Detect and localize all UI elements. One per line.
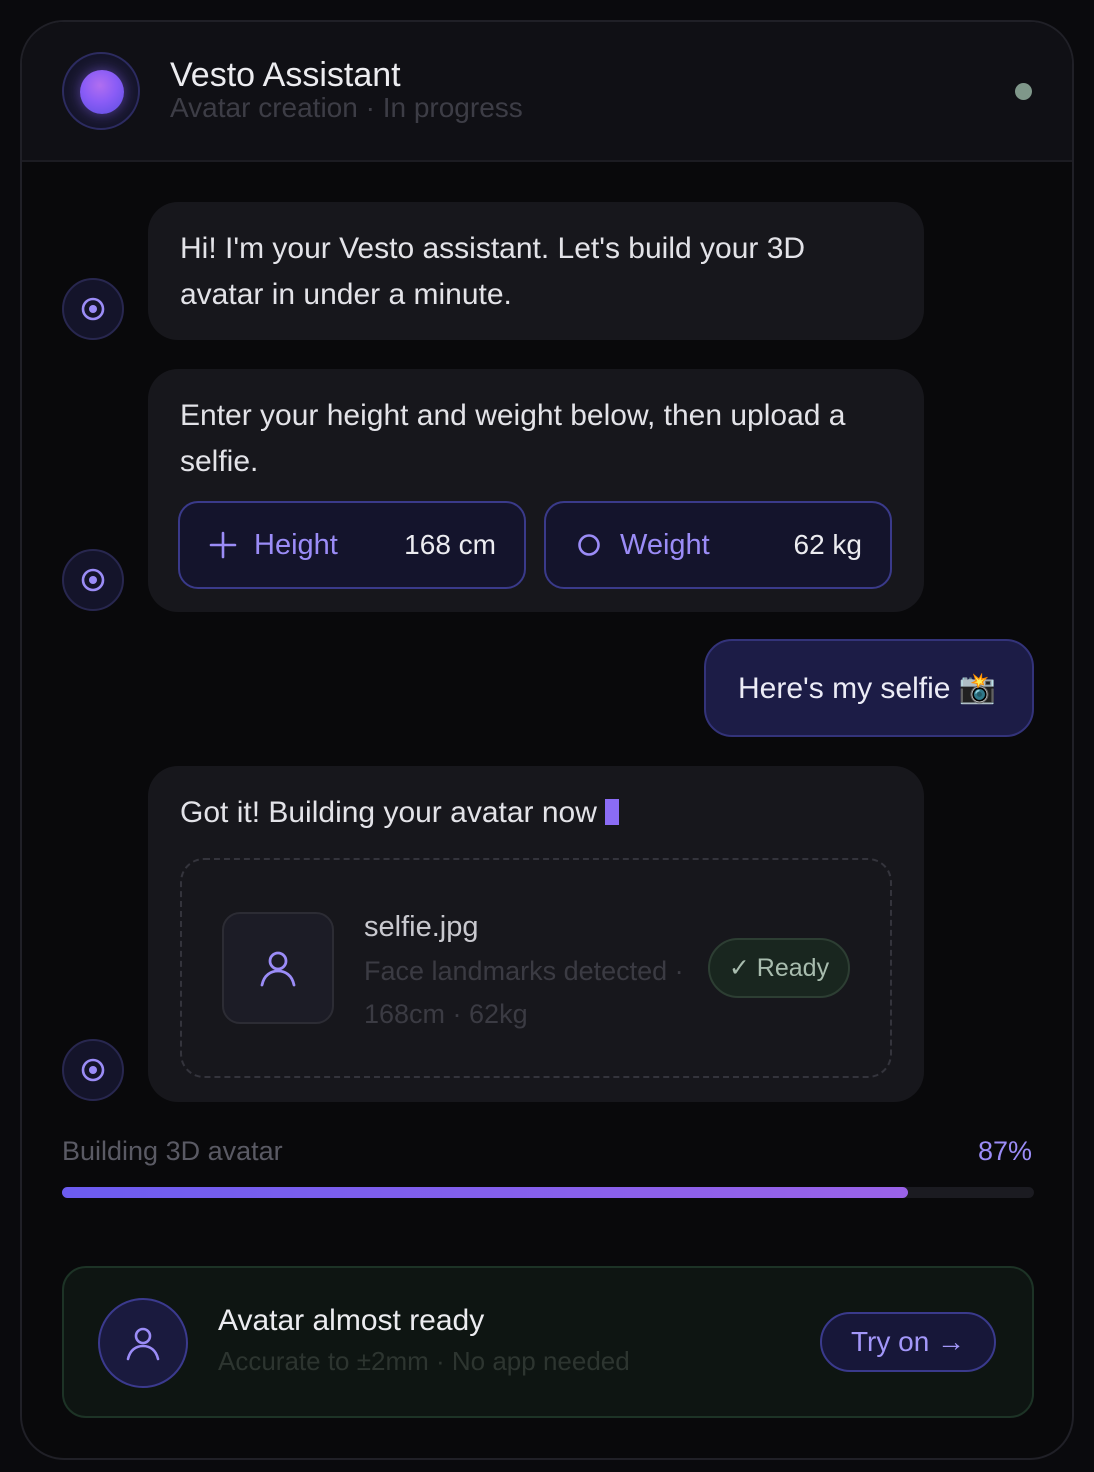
weight-value: 62 kg (793, 529, 863, 560)
selfie-thumbnail (222, 912, 334, 1024)
assistant-title: Vesto Assistant (170, 56, 401, 94)
avatar-badge (98, 1298, 188, 1388)
assistant-message: Hi! I'm your Vesto assistant. Let's buil… (148, 202, 924, 340)
progress-percent: 87% (977, 1136, 1032, 1166)
assistant-message: Enter your height and weight below, then… (148, 369, 924, 612)
assistant-avatar-icon (62, 549, 124, 611)
height-input[interactable]: Height 168 cm (178, 501, 526, 589)
upload-description: Face landmarks detected · 168cm · 62kg (364, 956, 684, 1029)
weight-label: Weight (620, 529, 710, 561)
assistant-avatar-icon (62, 278, 124, 340)
weight-input[interactable]: Weight 62 kg (544, 501, 892, 589)
message-text: Enter your height and weight below, then… (180, 399, 846, 478)
message-text: Hi! I'm your Vesto assistant. Let's buil… (180, 232, 806, 311)
circle-icon (578, 534, 600, 556)
user-message: Here's my selfie 📸 (704, 639, 1034, 737)
typing-cursor (604, 799, 619, 825)
chat-header: Vesto Assistant Avatar creation · In pro… (22, 22, 1072, 162)
message-text: Here's my selfie 📸 (738, 671, 997, 705)
user-icon (126, 1327, 160, 1361)
height-value: 168 cm (404, 529, 496, 560)
ready-badge: ✓ Ready (708, 938, 850, 998)
progress-label: Building 3D avatar (62, 1136, 283, 1166)
orb-icon (80, 70, 124, 114)
upload-filename: selfie.jpg (364, 911, 479, 943)
upload-card: selfie.jpg Face landmarks detected · 168… (180, 858, 892, 1078)
height-label: Height (254, 529, 338, 561)
chat-panel: Vesto Assistant Avatar creation · In pro… (20, 20, 1074, 1460)
message-text: Got it! Building your avatar now (180, 796, 597, 829)
plus-icon (209, 531, 237, 559)
progress-fill (62, 1187, 908, 1198)
user-icon (260, 951, 296, 987)
assistant-avatar-icon (62, 1039, 124, 1101)
progress-bar (62, 1187, 1034, 1198)
assistant-message: Got it! Building your avatar now selfie.… (148, 766, 924, 1102)
assistant-subtitle: Avatar creation · In progress (170, 92, 523, 123)
try-on-button[interactable]: Try on → (820, 1312, 996, 1372)
cta-title: Avatar almost ready (218, 1304, 485, 1337)
avatar-ready-card: Avatar almost ready Accurate to ±2mm · N… (62, 1266, 1034, 1418)
cta-subtitle: Accurate to ±2mm · No app needed (218, 1346, 630, 1376)
online-status-dot (1015, 83, 1032, 100)
assistant-logo (62, 52, 140, 130)
